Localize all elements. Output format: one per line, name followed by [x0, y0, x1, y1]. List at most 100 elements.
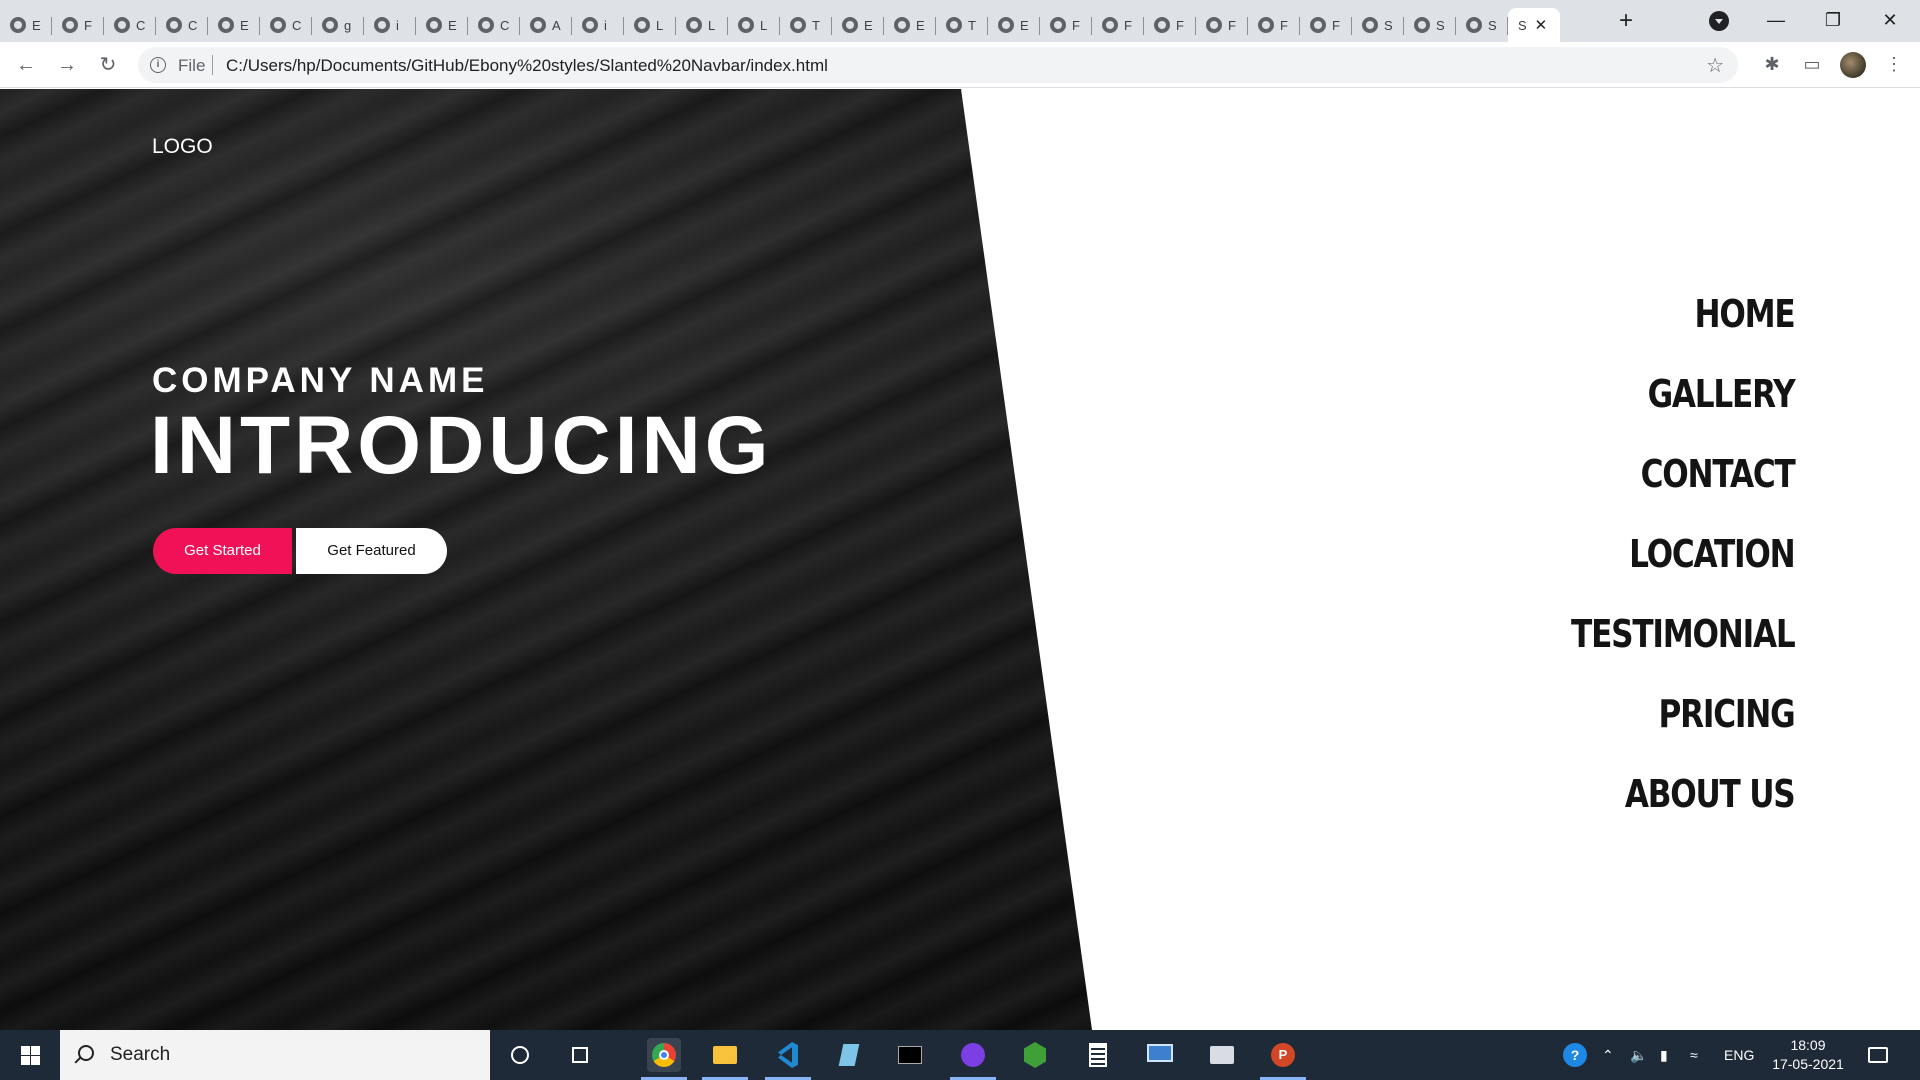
- tab-title: L: [656, 17, 664, 33]
- tab-favicon-icon: [790, 17, 806, 33]
- tab-favicon-icon: [478, 17, 494, 33]
- nav-link-about-us[interactable]: ABOUT US: [1571, 754, 1795, 834]
- browser-tab-active[interactable]: S ✕: [1508, 8, 1560, 42]
- tab-title: E: [916, 17, 925, 33]
- notepad-icon[interactable]: [832, 1038, 866, 1072]
- nav-link-contact[interactable]: CONTACT: [1571, 434, 1795, 514]
- close-window-button[interactable]: ✕: [1870, 6, 1910, 34]
- task-view-icon[interactable]: [563, 1038, 597, 1072]
- tab-favicon-icon: [842, 17, 858, 33]
- nodejs-icon[interactable]: [1018, 1038, 1052, 1072]
- address-bar[interactable]: i File C:/Users/hp/Documents/GitHub/Ebon…: [138, 47, 1738, 83]
- site-logo[interactable]: LOGO: [152, 135, 213, 159]
- browser-tab[interactable]: L: [676, 8, 728, 42]
- browser-tab[interactable]: F: [1040, 8, 1092, 42]
- windows-start-icon[interactable]: [0, 1030, 60, 1080]
- minimize-button[interactable]: —: [1756, 6, 1796, 34]
- chevron-up-icon[interactable]: ⌃: [1602, 1030, 1614, 1080]
- close-tab-icon[interactable]: ✕: [1535, 16, 1548, 34]
- calculator-icon[interactable]: [1081, 1038, 1115, 1072]
- browser-tab[interactable]: E: [988, 8, 1040, 42]
- tab-title: S: [1384, 17, 1393, 33]
- restore-button[interactable]: ❐: [1813, 6, 1853, 34]
- browser-tab[interactable]: E: [416, 8, 468, 42]
- tab-title: L: [708, 17, 716, 33]
- browser-tab[interactable]: S: [1352, 8, 1404, 42]
- browser-tab[interactable]: i: [572, 8, 624, 42]
- bookmark-star-icon[interactable]: ☆: [1706, 53, 1724, 78]
- browser-tab[interactable]: T: [936, 8, 988, 42]
- reload-icon[interactable]: ↻: [94, 51, 122, 79]
- site-info-icon[interactable]: i: [150, 57, 166, 73]
- get-featured-button[interactable]: Get Featured: [296, 528, 447, 574]
- back-icon[interactable]: ←: [12, 51, 40, 79]
- browser-tab[interactable]: E: [0, 8, 52, 42]
- browser-tab[interactable]: S: [1404, 8, 1456, 42]
- browser-tab[interactable]: g: [312, 8, 364, 42]
- chrome-icon[interactable]: [641, 1038, 687, 1080]
- browser-tab[interactable]: F: [52, 8, 104, 42]
- vscode-icon[interactable]: [765, 1038, 811, 1080]
- photos-icon[interactable]: [1205, 1038, 1239, 1072]
- tab-favicon-icon: [1414, 17, 1430, 33]
- extensions-icon[interactable]: ✱: [1760, 52, 1784, 76]
- browser-tab[interactable]: F: [1300, 8, 1352, 42]
- browser-tab[interactable]: C: [104, 8, 156, 42]
- tab-title: T: [968, 17, 976, 33]
- tab-title: F: [1124, 17, 1132, 33]
- browser-tab[interactable]: F: [1144, 8, 1196, 42]
- browser-tab[interactable]: C: [156, 8, 208, 42]
- nav-link-gallery[interactable]: GALLERY: [1571, 354, 1795, 434]
- nav-link-pricing[interactable]: PRICING: [1571, 674, 1795, 754]
- taskbar-clock[interactable]: 18:09 17-05-2021: [1768, 1036, 1848, 1074]
- taskbar-search[interactable]: Search: [60, 1030, 490, 1080]
- browser-tab[interactable]: F: [1196, 8, 1248, 42]
- tab-title: C: [292, 17, 302, 33]
- tab-favicon-icon: [374, 17, 390, 33]
- tab-favicon-icon: [946, 17, 962, 33]
- browser-tab[interactable]: F: [1248, 8, 1300, 42]
- browser-tab[interactable]: F: [1092, 8, 1144, 42]
- tab-title: F: [1332, 17, 1340, 33]
- tab-search-icon[interactable]: [1709, 11, 1729, 31]
- wifi-icon[interactable]: ≈: [1690, 1030, 1698, 1080]
- volume-icon[interactable]: 🔈: [1630, 1030, 1647, 1080]
- scheme-label: File: [178, 56, 206, 75]
- cast-icon[interactable]: ▭: [1800, 52, 1824, 76]
- nav-link-testimonial[interactable]: TESTIMONIAL: [1571, 594, 1796, 674]
- browser-tab[interactable]: S: [1456, 8, 1508, 42]
- browser-tab[interactable]: i: [364, 8, 416, 42]
- language-indicator[interactable]: ENG: [1724, 1030, 1754, 1080]
- github-desktop-icon[interactable]: [950, 1038, 996, 1080]
- nav-link-home[interactable]: HOME: [1571, 274, 1795, 354]
- forward-icon[interactable]: →: [53, 51, 81, 79]
- tab-title: C: [188, 17, 198, 33]
- tab-title: F: [1280, 17, 1288, 33]
- powerpoint-icon[interactable]: P: [1260, 1038, 1306, 1080]
- tab-favicon-icon: [1466, 17, 1482, 33]
- browser-tab[interactable]: E: [208, 8, 260, 42]
- url-text[interactable]: C:/Users/hp/Documents/GitHub/Ebony%20sty…: [226, 56, 828, 76]
- browser-tab[interactable]: E: [884, 8, 936, 42]
- get-started-button[interactable]: Get Started: [153, 528, 292, 574]
- tab-title: i: [604, 17, 607, 33]
- browser-tab[interactable]: C: [468, 8, 520, 42]
- file-explorer-icon[interactable]: [702, 1038, 748, 1080]
- browser-tab[interactable]: L: [728, 8, 780, 42]
- terminal-icon[interactable]: [893, 1038, 927, 1072]
- battery-icon[interactable]: ▮: [1660, 1030, 1668, 1080]
- profile-avatar[interactable]: [1840, 52, 1866, 78]
- slanted-nav-menu: HOME GALLERY CONTACT LOCATION TESTIMONIA…: [1522, 274, 1796, 834]
- browser-menu-icon[interactable]: ⋮: [1882, 52, 1906, 76]
- browser-tab[interactable]: L: [624, 8, 676, 42]
- browser-tab[interactable]: A: [520, 8, 572, 42]
- tab-favicon-icon: [1310, 17, 1326, 33]
- nav-link-location[interactable]: LOCATION: [1571, 514, 1796, 594]
- remote-desktop-icon[interactable]: [1143, 1038, 1177, 1072]
- cortana-icon[interactable]: [503, 1038, 537, 1072]
- tab-favicon-icon: [582, 17, 598, 33]
- new-tab-button[interactable]: +: [1612, 8, 1640, 36]
- browser-tab[interactable]: C: [260, 8, 312, 42]
- browser-tab[interactable]: E: [832, 8, 884, 42]
- browser-tab[interactable]: T: [780, 8, 832, 42]
